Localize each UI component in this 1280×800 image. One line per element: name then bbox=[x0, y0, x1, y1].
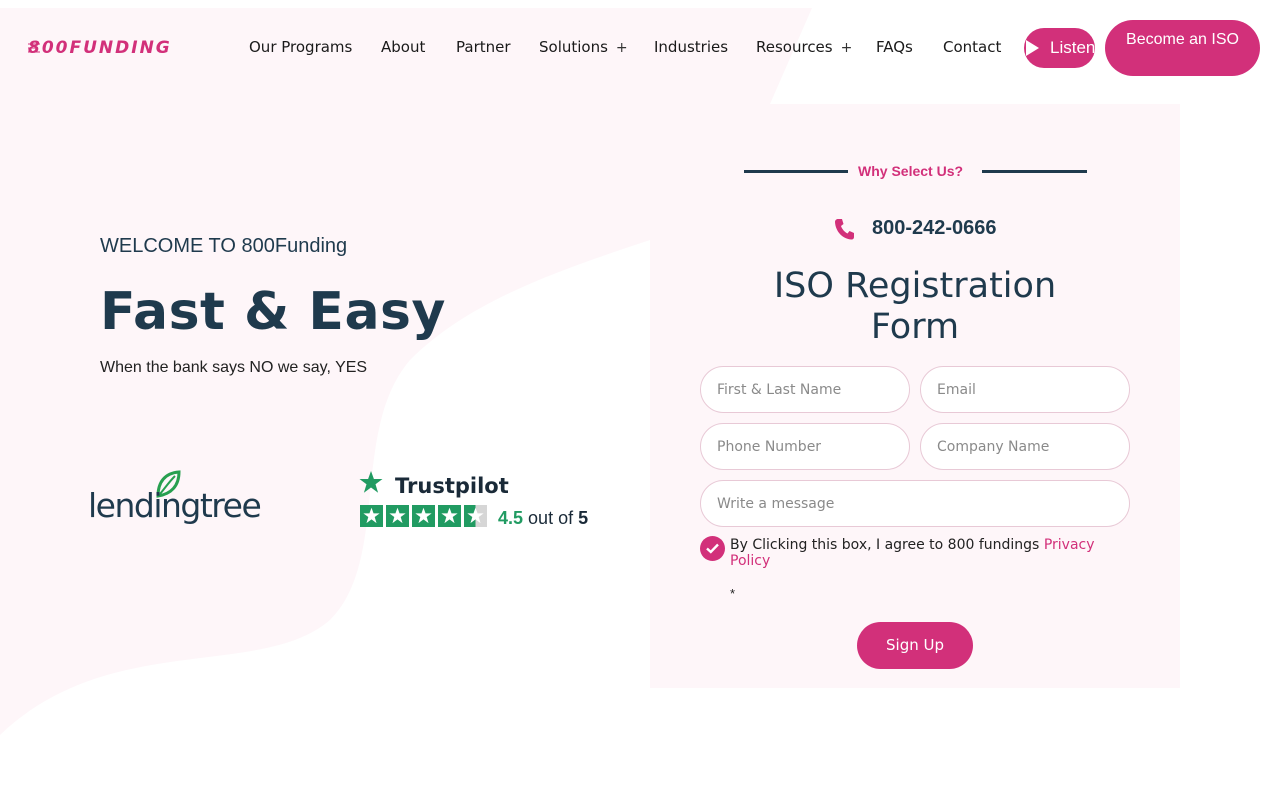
message-input[interactable] bbox=[700, 480, 1130, 527]
listen-label: Listen bbox=[1050, 38, 1095, 57]
email-input[interactable] bbox=[920, 366, 1130, 413]
company-input[interactable] bbox=[920, 423, 1130, 470]
hero-title: Fast & Easy bbox=[100, 282, 446, 342]
star-icon bbox=[386, 505, 409, 527]
site-header: 800FUNDING Our Programs About Partner So… bbox=[0, 0, 1280, 96]
consent-checkbox[interactable] bbox=[700, 536, 725, 561]
lendingtree-logo[interactable]: lendingtree bbox=[88, 470, 273, 528]
nav-our-programs[interactable]: Our Programs bbox=[249, 38, 352, 56]
become-iso-label: Become an ISO bbox=[1126, 31, 1239, 48]
star-icon bbox=[360, 505, 383, 527]
plus-icon: + bbox=[615, 40, 628, 56]
brand-logo[interactable]: 800FUNDING bbox=[28, 38, 206, 60]
sign-up-button[interactable]: Sign Up bbox=[857, 622, 973, 669]
listen-button[interactable]: Listen bbox=[1024, 28, 1095, 68]
plus-icon: + bbox=[840, 40, 853, 56]
nav-solutions[interactable]: Solutions + bbox=[539, 38, 628, 56]
nav-resources[interactable]: Resources + bbox=[756, 38, 852, 56]
become-iso-button[interactable]: Become an ISO bbox=[1105, 20, 1260, 76]
nav-industries[interactable]: Industries bbox=[654, 38, 728, 56]
trustpilot-badge[interactable]: Trustpilot 4.5 out of 5 bbox=[359, 470, 599, 532]
nav-about[interactable]: About bbox=[381, 38, 425, 56]
logo-text: 800FUNDING bbox=[28, 38, 172, 58]
divider-left bbox=[744, 170, 848, 173]
iso-registration-panel: Why Select Us? 800-242-0666 ISO Registra… bbox=[650, 104, 1180, 688]
trustpilot-star-icon bbox=[359, 471, 383, 493]
welcome-heading: WELCOME TO 800Funding bbox=[100, 235, 348, 257]
trustpilot-rating: 4.5 out of 5 bbox=[498, 508, 589, 528]
divider-right bbox=[982, 170, 1087, 173]
play-icon bbox=[1026, 40, 1039, 56]
hero-subtitle: When the bank says NO we say, YES bbox=[100, 359, 368, 376]
nav-partner[interactable]: Partner bbox=[456, 38, 511, 56]
phone-icon bbox=[835, 219, 854, 240]
phone-number[interactable]: 800-242-0666 bbox=[872, 217, 997, 240]
star-icon bbox=[438, 505, 461, 527]
nav-contact[interactable]: Contact bbox=[943, 38, 1001, 56]
checkmark-icon bbox=[706, 543, 719, 554]
required-marker: * bbox=[730, 586, 736, 601]
star-icon bbox=[412, 505, 435, 527]
name-input[interactable] bbox=[700, 366, 910, 413]
consent-text: By Clicking this box, I agree to 800 fun… bbox=[730, 537, 1095, 569]
why-select-us: Why Select Us? bbox=[858, 163, 964, 179]
nav-faqs[interactable]: FAQs bbox=[876, 38, 913, 56]
lendingtree-wordmark: lendingtree bbox=[88, 486, 262, 525]
form-title: ISO Registration Form bbox=[773, 266, 1057, 347]
trustpilot-stars bbox=[360, 505, 487, 527]
trustpilot-name: Trustpilot bbox=[395, 474, 509, 498]
phone-input[interactable] bbox=[700, 423, 910, 470]
half-star-icon bbox=[464, 505, 487, 527]
